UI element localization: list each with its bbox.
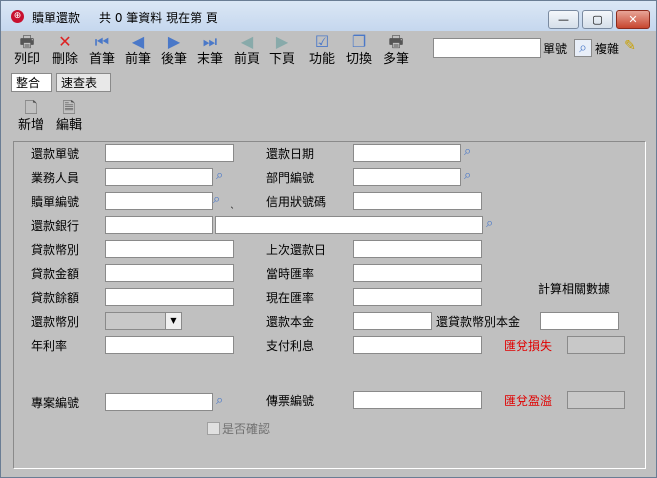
function-button[interactable]: ☑ 功能 <box>304 33 340 71</box>
doc-no-label: 單號 <box>543 42 568 56</box>
repay-bank-label: 還款銀行 <box>31 219 80 233</box>
dept-no-label: 部門編號 <box>266 171 315 185</box>
last-repay-date-label: 上次還款日 <box>266 243 327 257</box>
repay-bank-lookup-icon[interactable]: ⌕ <box>486 216 502 232</box>
rate-then-input[interactable] <box>353 264 482 282</box>
repay-bank-code-input[interactable] <box>105 216 213 234</box>
repay-currency-label: 還款幣別 <box>31 315 80 329</box>
annual-rate-input[interactable] <box>105 336 234 354</box>
repay-principal-label: 還款本金 <box>266 315 315 329</box>
repay-principal-input[interactable] <box>353 312 432 330</box>
close-button[interactable]: ✕ <box>616 10 650 29</box>
prev-record-button[interactable]: ◀ 前筆 <box>120 33 156 71</box>
last-icon: ⏭ <box>202 32 218 51</box>
loan-currency-input[interactable] <box>105 240 234 258</box>
project-no-label: 專案編號 <box>31 396 80 410</box>
repay-date-label: 還款日期 <box>266 147 315 161</box>
new-button[interactable]: 🗋 新增 <box>13 99 49 137</box>
fx-loss-input <box>567 336 625 354</box>
dept-no-input[interactable] <box>353 168 461 186</box>
edit-button[interactable]: 🗎 編輯 <box>51 99 87 137</box>
search-icon[interactable]: ⌕ <box>574 39 592 57</box>
repay-bank-name-input[interactable] <box>215 216 483 234</box>
project-no-lookup-icon[interactable]: ⌕ <box>216 393 232 409</box>
lc-no-label: 信用狀號碼 <box>266 195 327 209</box>
calc-related-label: 計算相關數據 <box>538 282 611 296</box>
window-title: 贖單還款 <box>32 11 81 25</box>
chevron-down-icon[interactable]: ▼ <box>165 313 181 329</box>
switch-button[interactable]: ❐ 切換 <box>341 33 377 71</box>
interest-paid-label: 支付利息 <box>266 339 315 353</box>
loan-currency-label: 貸款幣別 <box>31 243 80 257</box>
rate-then-label: 當時匯率 <box>266 267 315 281</box>
switch-icon: ❐ <box>351 32 367 51</box>
edit-document-icon: 🗎 <box>62 98 76 117</box>
voucher-no-label: 傳票編號 <box>266 394 315 408</box>
repay-date-lookup-icon[interactable]: ⌕ <box>464 144 480 160</box>
multi-icon: 🖶 <box>388 32 404 51</box>
main-window: ⊕ 贖單還款 共 0 筆資料 現在第 頁 — ▢ ✕ 🖶 列印 ✕ 刪除 ⏮ 首… <box>0 0 657 478</box>
maximize-button[interactable]: ▢ <box>582 10 613 29</box>
interest-paid-input[interactable] <box>353 336 482 354</box>
new-document-icon: 🗋 <box>24 98 38 117</box>
prev-page-button[interactable]: ◀ 前頁 <box>229 33 265 71</box>
repay-date-input[interactable] <box>353 144 461 162</box>
redeem-no-input[interactable] <box>105 192 213 210</box>
repay-loan-principal-label: 還貸款幣別本金 <box>436 315 521 329</box>
loan-amount-input[interactable] <box>105 264 234 282</box>
prev-page-icon: ◀ <box>240 32 254 51</box>
salesperson-input[interactable] <box>105 168 213 186</box>
dept-no-lookup-icon[interactable]: ⌕ <box>464 168 480 184</box>
last-record-button[interactable]: ⏭ 末筆 <box>192 33 228 71</box>
tab-quick-lookup[interactable]: 速查表 <box>56 73 111 92</box>
confirmed-checkbox[interactable] <box>207 422 220 435</box>
multi-record-button[interactable]: 🖶 多筆 <box>378 33 414 71</box>
next-record-button[interactable]: ▶ 後筆 <box>156 33 192 71</box>
delete-icon: ✕ <box>58 32 72 51</box>
minimize-button[interactable]: — <box>548 10 579 29</box>
next-icon: ▶ <box>167 32 181 51</box>
next-page-button[interactable]: ▶ 下頁 <box>264 33 300 71</box>
annual-rate-label: 年利率 <box>31 339 68 353</box>
app-icon: ⊕ <box>11 10 24 23</box>
first-icon: ⏮ <box>94 32 110 51</box>
repay-no-label: 還款單號 <box>31 147 80 161</box>
repay-currency-select[interactable]: ▼ <box>105 312 182 330</box>
delete-button[interactable]: ✕ 刪除 <box>47 33 83 71</box>
salesperson-lookup-icon[interactable]: ⌕ <box>216 168 232 184</box>
fx-gain-label: 匯兌盈溢 <box>504 394 553 408</box>
copy-label: 複雜 <box>595 42 620 56</box>
salesperson-label: 業務人員 <box>31 171 80 185</box>
prev-icon: ◀ <box>131 32 145 51</box>
loan-amount-label: 貸款金額 <box>31 267 80 281</box>
confirmed-label: 是否確認 <box>222 422 271 436</box>
fx-gain-input <box>567 391 625 409</box>
record-status: 共 0 筆資料 現在第 頁 <box>99 11 218 25</box>
loan-balance-label: 貸款餘額 <box>31 291 80 305</box>
first-record-button[interactable]: ⏮ 首筆 <box>84 33 120 71</box>
repay-loan-principal-input[interactable] <box>540 312 619 330</box>
loan-balance-input[interactable] <box>105 288 234 306</box>
last-repay-date-input[interactable] <box>353 240 482 258</box>
redeem-no-lookup-icon[interactable]: ⌕ <box>213 192 229 208</box>
sub-toolbar: 🗋 新增 🗎 編輯 <box>1 97 656 139</box>
project-no-input[interactable] <box>105 393 213 411</box>
next-page-icon: ▶ <box>275 32 289 51</box>
redeem-no-label: 贖單編號 <box>31 195 80 209</box>
lc-no-input[interactable] <box>353 192 482 210</box>
rate-now-input[interactable] <box>353 288 482 306</box>
rate-now-label: 現在匯率 <box>266 291 315 305</box>
tab-integrated[interactable]: 整合 <box>11 73 52 92</box>
voucher-no-input[interactable] <box>353 391 482 409</box>
doc-no-search-input[interactable] <box>433 38 541 58</box>
repay-no-input[interactable] <box>105 144 234 162</box>
redeem-no-mark: ˎ <box>230 198 235 209</box>
copy-tool-icon[interactable]: ✎ <box>621 37 639 55</box>
print-button[interactable]: 🖶 列印 <box>9 33 45 71</box>
function-icon: ☑ <box>314 32 330 51</box>
printer-icon: 🖶 <box>19 32 35 51</box>
fx-loss-label: 匯兌損失 <box>504 339 553 353</box>
title-bar: ⊕ 贖單還款 共 0 筆資料 現在第 頁 — ▢ ✕ <box>1 1 656 31</box>
